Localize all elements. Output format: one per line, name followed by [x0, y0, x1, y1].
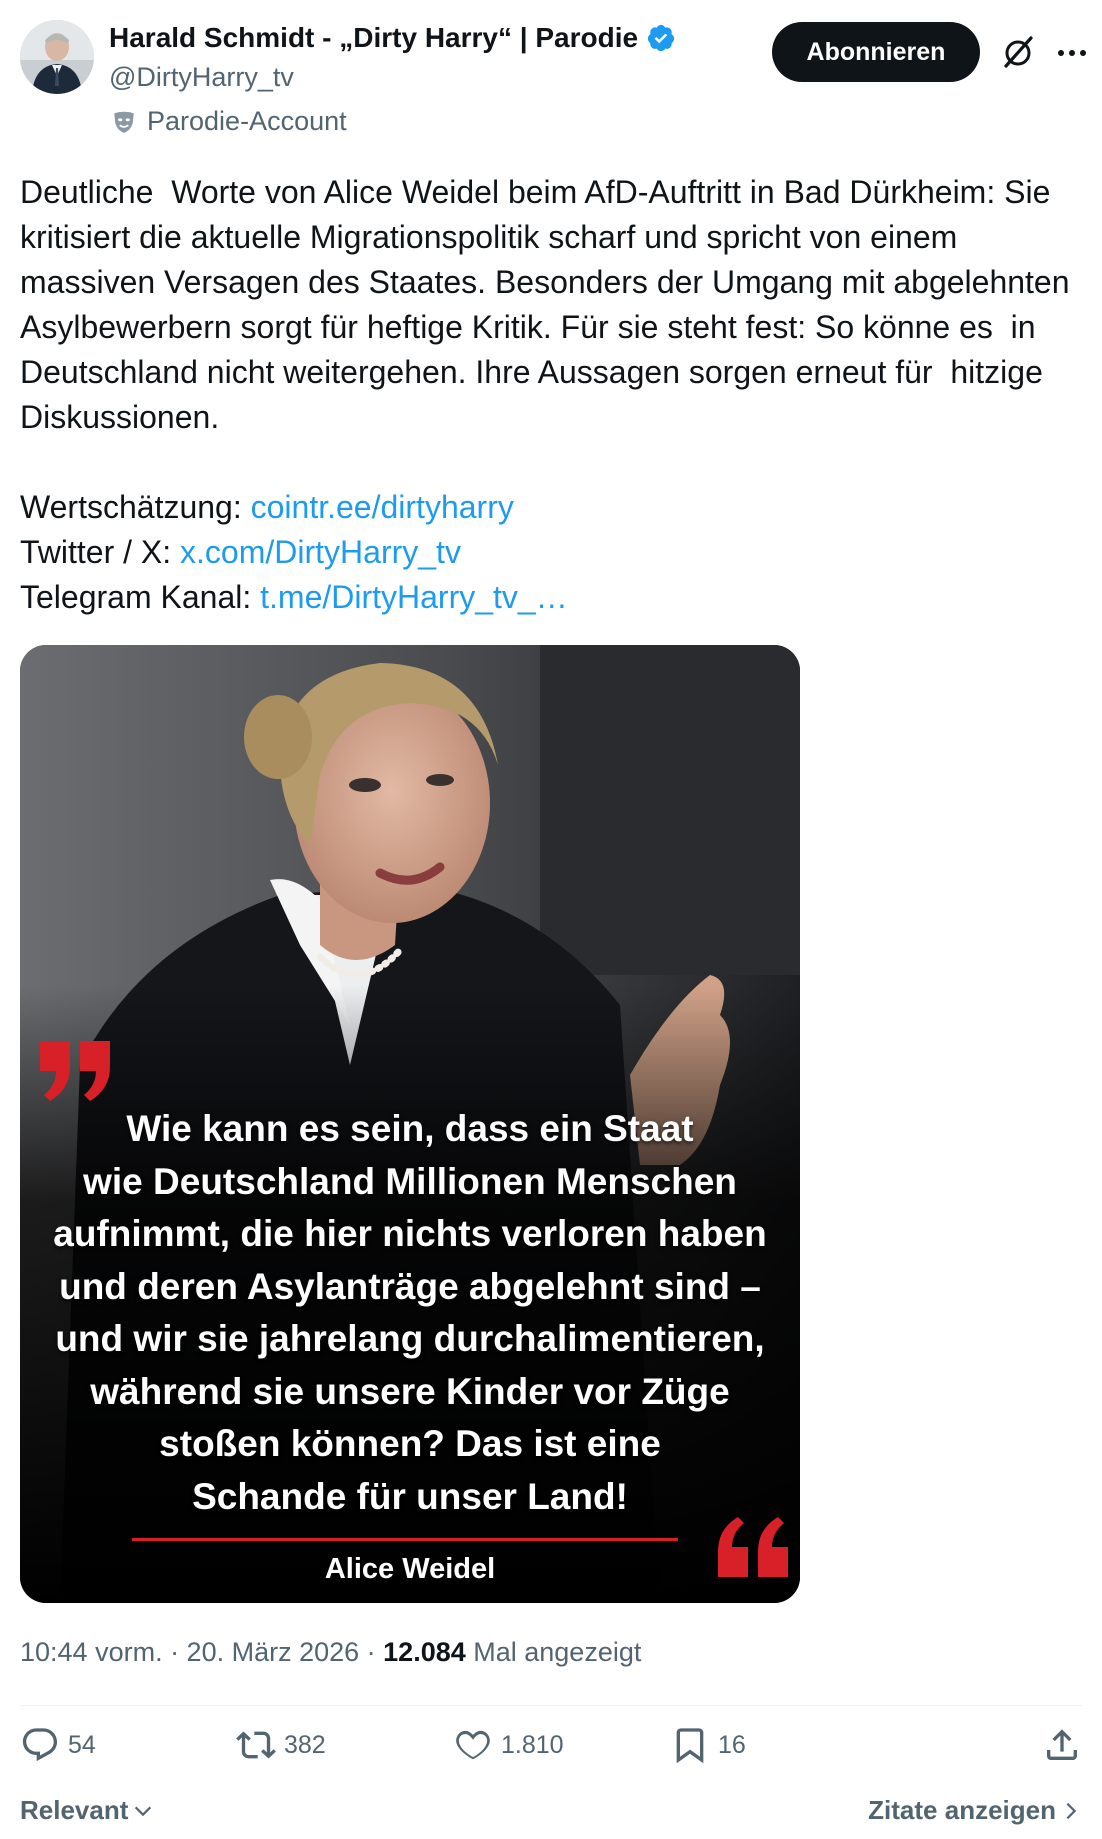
reply-icon — [22, 1728, 58, 1762]
reply-button[interactable]: 54 — [20, 1725, 96, 1765]
sort-label: Relevant — [20, 1795, 129, 1825]
more-options-icon[interactable] — [1052, 32, 1092, 72]
chevron-right-icon — [1066, 1802, 1077, 1819]
sort-relevant-dropdown[interactable]: Relevant — [20, 1795, 154, 1826]
link-row-support: Wertschätzung: cointr.ee/dirtyharry — [20, 489, 514, 525]
quote-line: Schande für unser Land! — [192, 1475, 628, 1517]
quote-line: und deren Asylanträge abgelehnt sind – — [59, 1265, 761, 1307]
parody-label: Parodie-Account — [111, 106, 347, 137]
share-button[interactable] — [1042, 1725, 1090, 1765]
repost-icon — [236, 1731, 276, 1759]
quotes-label: Zitate anzeigen — [868, 1795, 1056, 1825]
quote-line: wie Deutschland Millionen Menschen — [83, 1160, 737, 1202]
parody-label-text: Parodie-Account — [147, 106, 347, 136]
verified-badge-icon[interactable] — [646, 23, 676, 53]
quote-author: Alice Weidel — [324, 1553, 496, 1585]
bookmark-count: 16 — [718, 1730, 746, 1759]
link-telegram[interactable]: t.me/DirtyHarry_tv_… — [260, 579, 568, 615]
avatar[interactable] — [20, 20, 94, 94]
chevron-down-icon — [135, 1806, 152, 1816]
timestamp[interactable]: 10:44 vorm. · 20. März 2026 · — [20, 1637, 383, 1667]
quote-text: Wie kann es sein, dass ein Staat wie Deu… — [20, 1103, 800, 1523]
tweet-header: Harald Schmidt - „Dirty Harry“ | Parodie… — [20, 20, 1086, 140]
divider — [20, 1705, 1082, 1706]
name-row: Harald Schmidt - „Dirty Harry“ | Parodie — [109, 22, 676, 54]
subscribe-button[interactable]: Abonnieren — [772, 22, 980, 82]
grok-icon[interactable] — [998, 32, 1038, 72]
close-quote-icon — [718, 1517, 788, 1577]
quote-line: aufnimmt, die hier nichts verloren haben — [53, 1213, 767, 1254]
link-twitter[interactable]: x.com/DirtyHarry_tv — [180, 534, 461, 570]
tweet-text: Deutliche Worte von Alice Weidel beim Af… — [20, 170, 1086, 620]
link-row-twitter: Twitter / X: x.com/DirtyHarry_tv — [20, 534, 461, 570]
share-icon — [1047, 1729, 1077, 1760]
link-label: Telegram Kanal: — [20, 579, 261, 615]
tweet-meta: 10:44 vorm. · 20. März 2026 · 12.084 Mal… — [20, 1637, 641, 1668]
tweet-media-image[interactable]: Wie kann es sein, dass ein Staat wie Deu… — [20, 645, 800, 1603]
quote-line: während sie unsere Kinder vor Züge — [90, 1370, 730, 1412]
quote-line: stoßen können? Das ist eine — [159, 1423, 661, 1464]
heart-icon — [456, 1730, 490, 1760]
quote-line: und wir sie jahrelang durchalimentieren, — [55, 1318, 765, 1359]
link-row-telegram: Telegram Kanal: t.me/DirtyHarry_tv_… — [20, 579, 568, 615]
like-button[interactable]: 1.810 — [453, 1725, 564, 1765]
quote-divider — [132, 1538, 678, 1541]
view-suffix: Mal angezeigt — [465, 1637, 642, 1667]
quote-line: Wie kann es sein, dass ein Staat — [126, 1108, 694, 1149]
repost-count: 382 — [284, 1730, 326, 1759]
like-count: 1.810 — [501, 1730, 564, 1759]
repost-button[interactable]: 382 — [236, 1725, 326, 1765]
tweet-body: Deutliche Worte von Alice Weidel beim Af… — [20, 174, 1086, 435]
view-quotes-link[interactable]: Zitate anzeigen — [868, 1795, 1082, 1826]
avatar-image — [20, 20, 94, 94]
display-name[interactable]: Harald Schmidt - „Dirty Harry“ | Parodie — [109, 22, 638, 54]
open-quote-icon — [40, 1041, 110, 1101]
link-label: Wertschätzung: — [20, 489, 251, 525]
parody-mask-icon — [111, 109, 137, 135]
reply-count: 54 — [68, 1730, 96, 1759]
action-bar: 54 382 1.810 16 — [20, 1725, 1082, 1775]
handle[interactable]: @DirtyHarry_tv — [109, 62, 294, 93]
link-label: Twitter / X: — [20, 534, 181, 570]
link-support[interactable]: cointr.ee/dirtyharry — [251, 489, 514, 525]
view-count: 12.084 — [383, 1637, 466, 1667]
bookmark-icon — [676, 1728, 704, 1764]
bookmark-button[interactable]: 16 — [670, 1725, 746, 1765]
